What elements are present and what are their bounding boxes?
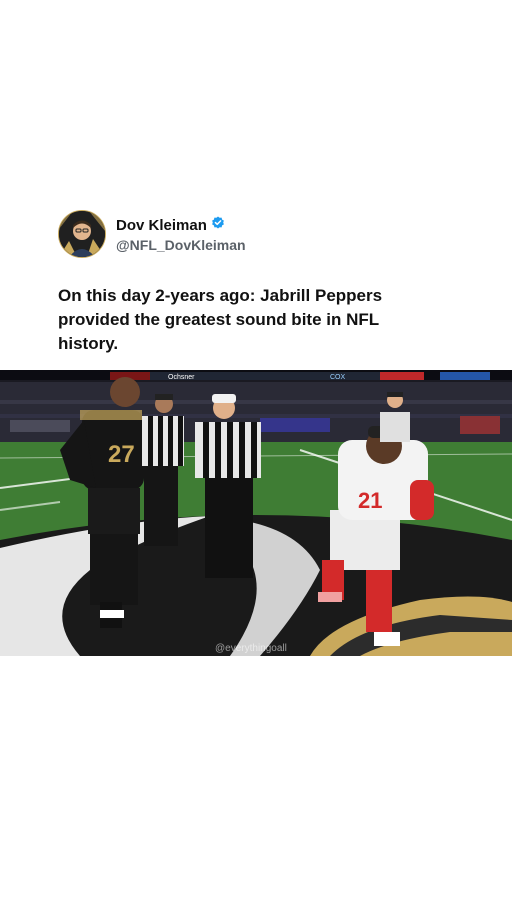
verified-badge-icon <box>207 216 225 235</box>
jersey-number-left: 27 <box>108 441 135 468</box>
video-media[interactable]: Ochsner COX 27 21 @everythingoall <box>0 370 512 656</box>
author-block: Dov Kleiman @NFL_DovKleiman <box>116 216 246 253</box>
referee-back <box>142 394 184 546</box>
display-name[interactable]: Dov Kleiman <box>116 217 207 234</box>
video-frame: Ochsner COX 27 21 @everythingoall <box>0 370 512 656</box>
tweet-text-line: On this day 2-years ago: Jabrill Peppers <box>58 286 383 305</box>
person-avatar-icon[interactable] <box>58 210 106 258</box>
scoreboard-sponsor: COX <box>330 374 346 381</box>
tweet-post: Dov Kleiman @NFL_DovKleiman On this day … <box>0 0 512 909</box>
tweet-header: Dov Kleiman @NFL_DovKleiman <box>58 209 246 259</box>
author-handle[interactable]: @NFL_DovKleiman <box>116 237 246 253</box>
name-row: Dov Kleiman <box>116 216 246 235</box>
video-watermark: @everythingoall <box>215 643 287 654</box>
tweet-text-line: history. <box>58 334 119 353</box>
tweet-text: On this day 2-years ago: Jabrill Peppers… <box>58 284 438 356</box>
scoreboard-brand: Ochsner <box>168 374 195 381</box>
jersey-number-right: 21 <box>358 488 382 513</box>
tweet-text-line: provided the greatest sound bite in NFL <box>58 310 380 329</box>
